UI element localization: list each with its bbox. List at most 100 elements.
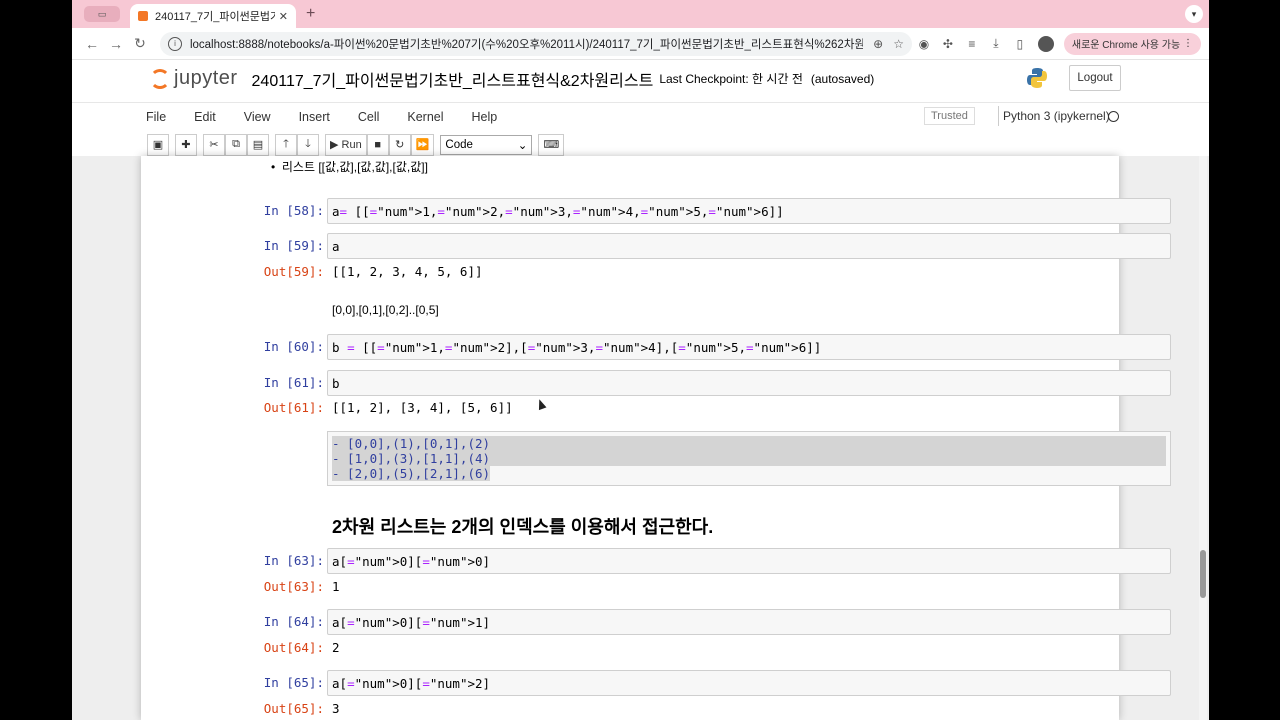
markdown-line: - [0,0],(1),[0,1],(2) — [332, 436, 491, 451]
cell-output: 1 — [332, 579, 340, 594]
incognito-icon[interactable]: ◉ — [912, 37, 936, 51]
code-cell[interactable]: a[="num">0][="num">0] — [327, 548, 1171, 574]
keyboard-icon[interactable]: ⌨ — [538, 133, 565, 156]
profile-avatar[interactable] — [1037, 35, 1054, 52]
menu-help[interactable]: Help — [472, 110, 498, 124]
autosaved-status: (autosaved) — [810, 71, 875, 86]
menu-edit[interactable]: Edit — [194, 110, 216, 124]
code-cell[interactable]: a= [[="num">1,="num">2,="num">3,="num">4… — [327, 198, 1171, 224]
zoom-icon[interactable]: ⊕ — [873, 37, 883, 51]
chrome-update-button[interactable]: 새로운 Chrome 사용 가능 ⋮ — [1063, 32, 1201, 55]
fast-forward-icon[interactable]: ⏩ — [410, 133, 435, 156]
reading-list-icon[interactable]: ≡ — [960, 37, 984, 51]
scrollbar-thumb[interactable] — [1200, 550, 1206, 598]
markdown-bullet: • 리스트 [[값,값],[값,값],[값,값]] — [271, 160, 428, 174]
mouse-cursor — [535, 397, 547, 411]
cut-icon[interactable]: ✂ — [203, 133, 225, 156]
out-prompt: Out[61]: — [263, 400, 324, 415]
out-prompt: Out[65]: — [263, 701, 324, 716]
move-up-icon[interactable]: 🡑 — [275, 133, 297, 156]
run-label: Run — [341, 138, 362, 151]
kernel-name[interactable]: Python 3 (ipykernel) — [1003, 109, 1110, 123]
cell-type-select[interactable]: Code ⌄ — [440, 134, 533, 155]
notebook-page: • 리스트 [[값,값],[값,값],[값,값]] In [58]: a= [[… — [141, 156, 1171, 720]
notebook-area: • 리스트 [[값,값],[값,값],[값,값]] In [58]: a= [[… — [72, 156, 1209, 720]
chrome-update-label: 새로운 Chrome 사용 가능 — [1071, 40, 1181, 51]
reload-icon[interactable]: ↻ — [128, 35, 152, 52]
out-prompt: Out[59]: — [263, 264, 324, 279]
download-icon[interactable]: ⤓ — [984, 36, 1008, 51]
bookmark-star-icon[interactable]: ☆ — [893, 37, 904, 51]
address-bar[interactable]: i localhost:8888/notebooks/a-파이썬%20문법기초반… — [159, 31, 912, 56]
code-cell[interactable]: b = [[="num">1,="num">2],[="num">3,="num… — [327, 334, 1171, 360]
trusted-badge[interactable]: Trusted — [924, 107, 975, 125]
tab-strip: ▭ 240117_7기_파이썬문법기초반_리 ✕ + ▾ — [72, 0, 1209, 28]
markdown-heading: 2차원 리스트는 2개의 인덱스를 이용해서 접근한다. — [332, 517, 714, 537]
tab-group-icon[interactable]: ▭ — [84, 6, 120, 22]
run-button[interactable]: ▶ Run — [325, 133, 367, 156]
last-checkpoint: Last Checkpoint: 한 시간 전 — [659, 72, 803, 86]
kernel-status-icon — [1108, 111, 1119, 122]
tab-title: 240117_7기_파이썬문법기초반_리 — [155, 11, 275, 23]
in-prompt: In [65]: — [263, 675, 324, 690]
side-panel-icon[interactable]: ▯ — [1008, 37, 1032, 51]
url-text: localhost:8888/notebooks/a-파이썬%20문법기초반%2… — [189, 38, 864, 51]
cell-output: 2 — [332, 640, 340, 655]
restart-icon[interactable]: ↻ — [388, 133, 411, 156]
forward-icon[interactable]: → — [104, 36, 128, 52]
code-cell[interactable]: a — [327, 233, 1171, 259]
cell-output: [[1, 2, 3, 4, 5, 6]] — [332, 264, 483, 279]
out-prompt: Out[64]: — [263, 640, 324, 655]
browser-toolbar: ← → ↻ i localhost:8888/notebooks/a-파이썬%2… — [72, 28, 1209, 60]
browser-tab[interactable]: 240117_7기_파이썬문법기초반_리 ✕ — [130, 4, 296, 28]
in-prompt: In [63]: — [263, 553, 324, 568]
stop-icon[interactable]: ■ — [366, 133, 389, 156]
notebook-title[interactable]: 240117_7기_파이썬문법기초반_리스트표현식&2차원리스트 — [252, 67, 654, 91]
extensions-icon[interactable]: ✣ — [936, 37, 960, 51]
paste-icon[interactable]: ▤ — [247, 133, 269, 156]
menu-kernel[interactable]: Kernel — [407, 110, 443, 124]
jupyter-orb-icon — [150, 68, 170, 89]
in-prompt: In [60]: — [263, 339, 324, 354]
in-prompt: In [58]: — [263, 203, 324, 218]
browser-window: ▭ 240117_7기_파이썬문법기초반_리 ✕ + ▾ ← → ↻ i loc… — [72, 0, 1209, 720]
python-logo-icon — [1027, 68, 1047, 88]
in-prompt: In [61]: — [263, 375, 324, 390]
jupyter-logo-text: jupyter — [174, 67, 238, 89]
in-prompt: In [59]: — [263, 238, 324, 253]
close-tab-icon[interactable]: ✕ — [279, 10, 288, 23]
code-cell[interactable]: a[="num">0][="num">1] — [327, 609, 1171, 635]
code-cell[interactable]: b — [327, 370, 1171, 396]
kernel-divider — [998, 106, 999, 126]
menu-view[interactable]: View — [244, 110, 271, 124]
selected-text[interactable]: - [0,0],(1),[0,1],(2) - [1,0],(3),[1,1],(… — [332, 436, 1166, 481]
play-icon: ▶ — [330, 139, 339, 151]
menu-file[interactable]: File — [146, 110, 166, 124]
copy-icon[interactable]: ⧉ — [225, 133, 247, 156]
jupyter-favicon-icon — [138, 11, 148, 21]
move-down-icon[interactable]: 🡓 — [297, 133, 319, 156]
notebook-menubar: File Edit View Insert Cell Kernel Help T… — [72, 102, 1209, 130]
jupyter-logo[interactable]: jupyter — [150, 67, 238, 90]
markdown-edit-cell[interactable]: - [0,0],(1),[0,1],(2) - [1,0],(3),[1,1],(… — [327, 431, 1171, 486]
code-cell[interactable]: a[="num">0][="num">2] — [327, 670, 1171, 696]
new-tab-icon[interactable]: + — [306, 5, 315, 23]
menu-insert[interactable]: Insert — [299, 110, 330, 124]
tab-search-icon[interactable]: ▾ — [1185, 5, 1203, 23]
cell-output: [[1, 2], [3, 4], [5, 6]] — [332, 400, 513, 415]
out-prompt: Out[63]: — [263, 579, 324, 594]
insert-cell-icon[interactable]: ✚ — [175, 133, 197, 156]
jupyter-header: jupyter 240117_7기_파이썬문법기초반_리스트표현식&2차원리스트… — [72, 60, 1209, 97]
bullet-text: 리스트 [[값,값],[값,값],[값,값]] — [281, 160, 428, 174]
back-icon[interactable]: ← — [80, 36, 104, 52]
cell-type-value: Code — [445, 138, 473, 151]
logout-button[interactable]: Logout — [1069, 65, 1121, 91]
markdown-line: - [2,0],(5),[2,1],(6) — [332, 466, 491, 481]
scrollbar[interactable] — [1199, 156, 1207, 720]
markdown-text: [0,0],[0,1],[0,2]..[0,5] — [332, 303, 439, 317]
markdown-line: - [1,0],(3),[1,1],(4) — [332, 451, 491, 466]
menu-cell[interactable]: Cell — [358, 110, 380, 124]
save-icon[interactable]: ▣ — [147, 133, 169, 156]
in-prompt: In [64]: — [263, 614, 324, 629]
site-info-icon[interactable]: i — [167, 36, 182, 51]
